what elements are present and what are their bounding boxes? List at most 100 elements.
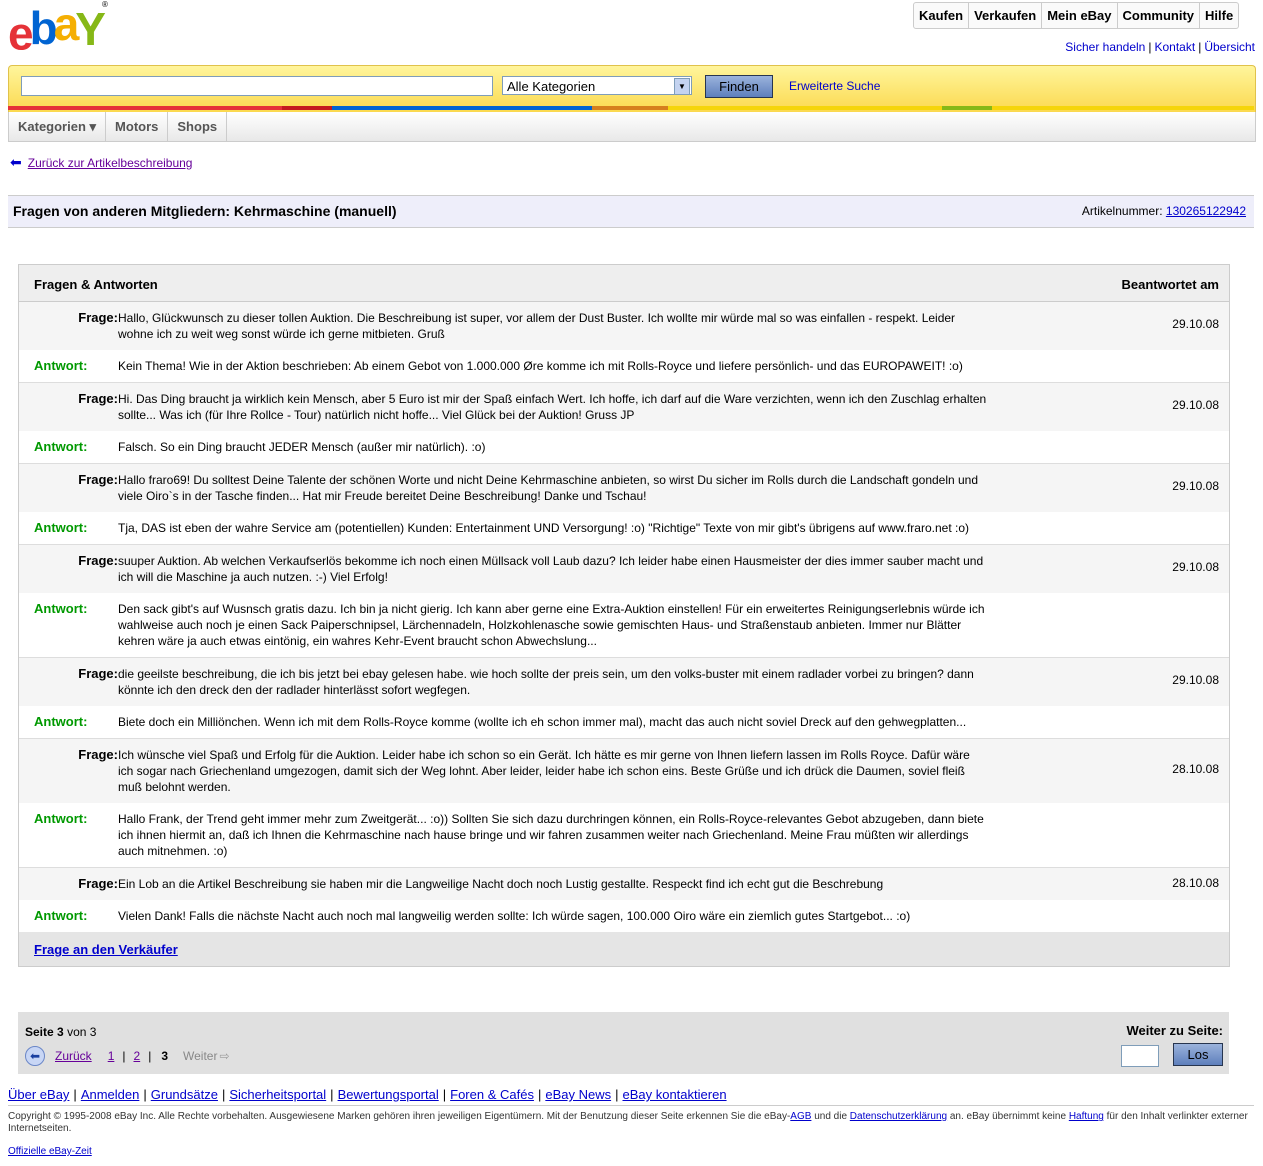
arrow-left-icon[interactable]: ⬅ <box>25 1046 45 1066</box>
answer-text: Vielen Dank! Falls die nächste Nacht auc… <box>118 909 911 923</box>
qa-pair: Frage: suuper Auktion. Ab welchen Verkau… <box>19 545 1229 658</box>
item-number-link[interactable]: 130265122942 <box>1166 204 1246 218</box>
nav-shops[interactable]: Shops <box>168 112 228 141</box>
total-pages: 3 <box>89 1025 97 1039</box>
footer-link-ebay-news[interactable]: eBay News <box>545 1087 611 1102</box>
top-nav-hilfe[interactable]: Hilfe <box>1199 3 1238 28</box>
search-input[interactable] <box>21 76 493 96</box>
question-row: Frage: die geeilste beschreibung, die ic… <box>19 658 1229 706</box>
answer-label: Antwort: <box>34 439 88 454</box>
privacy-link[interactable]: Datenschutzerklärung <box>850 1111 947 1122</box>
footer-link-bewertungsportal[interactable]: Bewertungsportal <box>338 1087 439 1102</box>
question-text: suuper Auktion. Ab welchen Verkaufserlös… <box>118 554 984 584</box>
ebay-logo[interactable]: ebaY® <box>8 0 118 57</box>
item-number-label: Artikelnummer: <box>1081 204 1163 218</box>
pagination: Seite 3 von 3 ⬅ Zurück 1 | 2 | 3 Weiter … <box>18 1012 1229 1074</box>
copyright-text-2: und die <box>811 1111 850 1122</box>
back-to-item: ⬅ Zurück zur Artikelbeschreibung <box>10 154 192 171</box>
color-strip <box>8 106 1254 110</box>
top-nav-community[interactable]: Community <box>1116 3 1200 28</box>
answer-label: Antwort: <box>34 358 88 373</box>
category-select[interactable]: Alle Kategorien ▼ <box>502 76 692 95</box>
category-select-value: Alle Kategorien <box>507 79 596 94</box>
prev-page-link[interactable]: Zurück <box>55 1049 92 1063</box>
chevron-down-icon[interactable]: ▼ <box>674 78 690 95</box>
answer-label: Antwort: <box>34 520 88 535</box>
answer-date: 29.10.08 <box>1172 479 1219 493</box>
qa-pair: Frage: Hallo, Glückwunsch zu dieser toll… <box>19 302 1229 383</box>
question-row: Frage: Hallo, Glückwunsch zu dieser toll… <box>19 302 1229 350</box>
back-to-item-link[interactable]: Zurück zur Artikelbeschreibung <box>28 156 193 170</box>
answer-label: Antwort: <box>34 601 88 616</box>
top-links: Sicher handeln | Kontakt | Übersicht <box>1065 40 1255 54</box>
nav-motors[interactable]: Motors <box>106 112 169 141</box>
find-button[interactable]: Finden <box>705 75 773 98</box>
question-row: Frage: Hi. Das Ding braucht ja wirklich … <box>19 383 1229 431</box>
footer-link-grundsaetze[interactable]: Grundsätze <box>151 1087 218 1102</box>
top-nav-mein-ebay[interactable]: Mein eBay <box>1041 3 1116 28</box>
secondary-nav: Kategorien ▾ Motors Shops <box>8 112 1256 142</box>
link-kontakt[interactable]: Kontakt <box>1154 40 1195 54</box>
answer-label: Antwort: <box>34 714 88 729</box>
answer-row: Antwort: Vielen Dank! Falls die nächste … <box>19 900 1229 932</box>
question-label: Frage: <box>78 310 118 325</box>
arrow-left-icon: ⬅ <box>10 154 22 170</box>
footer-links: Über eBay | Anmelden | Grundsätze | Sicherheit… <box>8 1087 727 1102</box>
answer-row: Antwort: Falsch. So ein Ding braucht JED… <box>19 431 1229 463</box>
question-text: die geeilste beschreibung, die ich bis j… <box>118 667 974 697</box>
question-label: Frage: <box>78 391 118 406</box>
answer-row: Antwort: Hallo Frank, der Trend geht imm… <box>19 803 1229 867</box>
top-nav: Kaufen Verkaufen Mein eBay Community Hil… <box>913 2 1240 29</box>
answer-row: Antwort: Biete doch ein Milliönchen. Wen… <box>19 706 1229 738</box>
question-text: Hi. Das Ding braucht ja wirklich kein Me… <box>118 392 987 422</box>
answer-text: Kein Thema! Wie in der Aktion beschriebe… <box>118 359 963 373</box>
qa-header-left: Fragen & Antworten <box>34 277 158 292</box>
page-word: Seite <box>25 1025 54 1039</box>
answer-date: 29.10.08 <box>1172 398 1219 412</box>
page-link-2[interactable]: 2 <box>134 1049 141 1063</box>
answer-date: 29.10.08 <box>1172 560 1219 574</box>
question-row: Frage: suuper Auktion. Ab welchen Verkau… <box>19 545 1229 593</box>
goto-page-input[interactable] <box>1121 1045 1159 1067</box>
top-nav-verkaufen[interactable]: Verkaufen <box>968 3 1041 28</box>
footer-link-anmelden[interactable]: Anmelden <box>81 1087 140 1102</box>
top-nav-kaufen[interactable]: Kaufen <box>914 3 968 28</box>
question-row: Frage: Ich wünsche viel Spaß und Erfolg … <box>19 739 1229 803</box>
link-sicher-handeln[interactable]: Sicher handeln <box>1065 40 1145 54</box>
question-label: Frage: <box>78 553 118 568</box>
link-uebersicht[interactable]: Übersicht <box>1204 40 1255 54</box>
page-link-1[interactable]: 1 <box>108 1049 115 1063</box>
copyright: Copyright © 1995-2008 eBay Inc. Alle Rec… <box>8 1105 1254 1135</box>
ebay-time-link[interactable]: Offizielle eBay-Zeit <box>8 1146 92 1157</box>
qa-pair: Frage: die geeilste beschreibung, die ic… <box>19 658 1229 739</box>
qa-pair: Frage: Ich wünsche viel Spaß und Erfolg … <box>19 739 1229 868</box>
nav-kategorien[interactable]: Kategorien ▾ <box>9 112 107 141</box>
footer-link-foren[interactable]: Foren & Cafés <box>450 1087 534 1102</box>
next-page-disabled: Weiter <box>183 1049 218 1063</box>
qa-pair: Frage: Hi. Das Ding braucht ja wirklich … <box>19 383 1229 464</box>
agb-link[interactable]: AGB <box>790 1111 811 1122</box>
question-text: Hallo, Glückwunsch zu dieser tollen Aukt… <box>118 311 956 341</box>
answer-label: Antwort: <box>34 908 88 923</box>
question-label: Frage: <box>78 666 118 681</box>
ask-seller-link[interactable]: Frage an den Verkäufer <box>34 942 178 957</box>
footer-link-ueber-ebay[interactable]: Über eBay <box>8 1087 69 1102</box>
goto-button[interactable]: Los <box>1173 1043 1223 1066</box>
advanced-search-link[interactable]: Erweiterte Suche <box>789 79 880 93</box>
liability-link[interactable]: Haftung <box>1069 1111 1104 1122</box>
page-nav: ⬅ Zurück 1 | 2 | 3 Weiter ⇨ <box>25 1046 230 1066</box>
current-page: 3 <box>57 1025 64 1039</box>
goto-label: Weiter zu Seite: <box>1126 1023 1223 1038</box>
page-title: Fragen von anderen Mitgliedern: Kehrmasc… <box>13 203 397 219</box>
question-label: Frage: <box>78 747 118 762</box>
qa-pair: Frage: Hallo fraro69! Du solltest Deine … <box>19 464 1229 545</box>
question-label: Frage: <box>78 876 118 891</box>
of-word: von <box>67 1025 87 1039</box>
answer-row: Antwort: Kein Thema! Wie in der Aktion b… <box>19 350 1229 382</box>
arrow-right-icon: ⇨ <box>219 1049 230 1063</box>
footer-link-kontaktieren[interactable]: eBay kontaktieren <box>622 1087 726 1102</box>
answer-text: Biete doch ein Milliönchen. Wenn ich mit… <box>118 715 967 729</box>
footer-link-sicherheitsportal[interactable]: Sicherheitsportal <box>229 1087 326 1102</box>
search-bar: Alle Kategorien ▼ Finden Erweiterte Suche <box>8 65 1256 112</box>
answer-date: 28.10.08 <box>1172 762 1219 776</box>
